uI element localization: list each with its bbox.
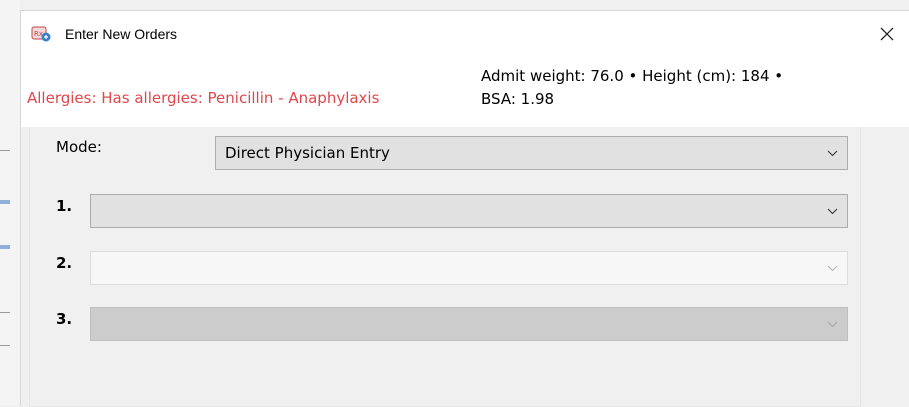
parent-selection-mark: [0, 200, 10, 204]
orders-app-icon: Rx: [31, 26, 51, 42]
order-row-1-label: 1.: [56, 197, 73, 215]
parent-selection-mark: [0, 245, 10, 249]
vitals-bsa: BSA: 1.98: [481, 90, 555, 108]
order-row-2-label: 2.: [56, 254, 73, 272]
enter-new-orders-dialog: Rx Enter New Orders Allergies: Has aller…: [20, 10, 909, 407]
order-row-2-select[interactable]: [90, 251, 848, 285]
parent-divider: [0, 345, 10, 346]
chevron-down-icon: [817, 195, 847, 227]
dialog-title: Enter New Orders: [65, 26, 178, 42]
allergy-banner: Allergies: Has allergies: Penicillin - A…: [27, 89, 380, 107]
chevron-down-icon: [817, 252, 847, 284]
mode-select[interactable]: Direct Physician Entry: [215, 136, 848, 170]
order-row-1-select[interactable]: [90, 194, 848, 228]
parent-divider: [0, 312, 10, 313]
mode-label: Mode:: [56, 138, 102, 156]
mode-select-value: Direct Physician Entry: [225, 144, 390, 162]
parent-window-edge: [0, 0, 20, 405]
chevron-down-icon: [817, 308, 847, 340]
patient-header: Allergies: Has allergies: Penicillin - A…: [21, 57, 909, 127]
close-icon: [880, 27, 894, 41]
dialog-titlebar: Rx Enter New Orders: [21, 11, 909, 57]
order-row-3-label: 3.: [56, 310, 73, 328]
close-button[interactable]: [864, 11, 909, 57]
patient-vitals: Admit weight: 76.0 • Height (cm): 184 • …: [481, 65, 891, 111]
chevron-down-icon: [817, 137, 847, 169]
orders-panel: Mode: Direct Physician Entry 1. 2. 3.: [29, 127, 861, 407]
parent-divider: [0, 150, 10, 151]
order-row-3-select[interactable]: [90, 307, 848, 341]
vitals-weight-height: Admit weight: 76.0 • Height (cm): 184 •: [481, 67, 784, 85]
